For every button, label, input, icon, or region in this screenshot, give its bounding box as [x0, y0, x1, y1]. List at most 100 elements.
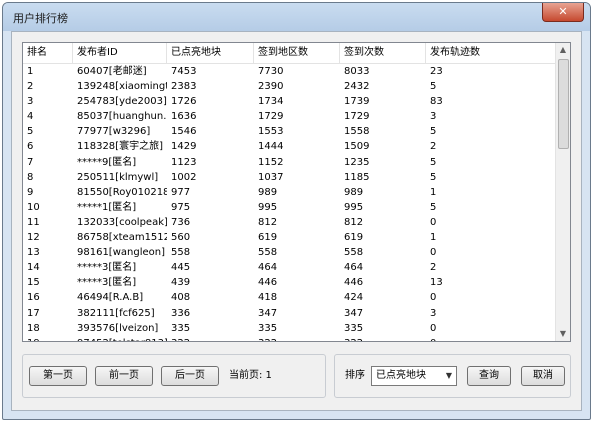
table-row[interactable]: 16 46494[R.A.B] 408 418 424 0	[23, 290, 557, 305]
column-header-rank[interactable]: 排名	[23, 43, 73, 63]
scroll-up-icon[interactable]: ▲	[556, 43, 570, 57]
title-bar[interactable]: 用户排行榜 ✕	[3, 3, 590, 31]
cell-checkin-count: 1739	[344, 96, 370, 108]
cell-rank: 1	[27, 66, 34, 77]
scroll-down-icon[interactable]: ▼	[556, 327, 570, 341]
cell-tracks: 3	[430, 111, 437, 123]
cell-rank: 10	[27, 201, 40, 213]
cell-checkin-regions: 322	[254, 336, 340, 341]
ranking-table: 排名 发布者ID 已点亮地块 签到地区数 签到次数 发布轨迹数 1 60407[老…	[22, 42, 571, 342]
cell-publisher-id: 85037[huanghun...	[77, 111, 167, 123]
sort-group: 排序 已点亮地块 ▼ 查询 取消	[334, 354, 571, 398]
cell-tracks: 13	[430, 277, 443, 289]
table-row[interactable]: 11 132033[coolpeak] 736 812 812 0	[23, 215, 557, 230]
cell-checkin-count: 812	[344, 216, 364, 228]
table-row[interactable]: 13 98161[wangleon] 558 558 558 0	[23, 245, 557, 260]
cell-publisher-id: 382111[fcf625]	[77, 307, 155, 319]
cell-tracks: 0	[430, 247, 437, 259]
window-title: 用户排行榜	[13, 12, 68, 25]
column-header-lit-blocks[interactable]: 已点亮地块	[167, 43, 254, 63]
cell-checkin-count: 2432	[344, 81, 370, 93]
cell-publisher-id: 86758[xteam1512]	[77, 232, 167, 244]
cell-checkin-count: 335	[344, 322, 364, 334]
cell-publisher-id: 118328[寰宇之旅]	[77, 141, 163, 153]
cell-lit-blocks: 7453	[171, 66, 197, 77]
table-row[interactable]: 2 139248[xiaomingt... 2383 2390 2432 5	[23, 79, 557, 94]
cell-checkin-regions: 418	[258, 292, 278, 304]
cell-rank: 9	[27, 186, 34, 198]
cell-tracks: 0	[430, 216, 437, 228]
pager-group: 第一页 前一页 后一页 当前页: 1	[22, 354, 326, 398]
table-row[interactable]: 15 *****3[匿名] 439 446 446 13	[23, 275, 557, 290]
cell-publisher-id: 46494[R.A.B]	[77, 292, 144, 304]
table-row[interactable]: 8 250511[klmywl] 1002 1037 1185 5	[23, 170, 557, 185]
table-row[interactable]: 1 60407[老邮迷] 7453 7730 8033 23	[23, 64, 557, 79]
cell-rank: 5	[27, 126, 34, 138]
cell-checkin-count: 322	[340, 336, 426, 341]
cell-checkin-regions: 347	[258, 307, 278, 319]
cell-checkin-regions: 1037	[258, 171, 284, 183]
prev-page-button[interactable]: 前一页	[95, 366, 153, 386]
cell-rank: 2	[27, 81, 34, 93]
table-row[interactable]: 14 *****3[匿名] 445 464 464 2	[23, 260, 557, 275]
cell-lit-blocks: 2383	[171, 81, 197, 93]
cell-rank: 16	[27, 292, 40, 304]
cell-checkin-regions: 1444	[258, 141, 284, 153]
cell-lit-blocks: 560	[171, 232, 191, 244]
cell-lit-blocks: 335	[171, 322, 191, 334]
cell-rank: 15	[27, 277, 40, 289]
table-row[interactable]: 17 382111[fcf625] 336 347 347 3	[23, 306, 557, 321]
cell-checkin-regions: 1152	[258, 156, 284, 168]
cell-tracks: 5	[430, 126, 437, 138]
cell-checkin-count: 619	[344, 232, 364, 244]
table-row[interactable]: 10 *****1[匿名] 975 995 995 5	[23, 200, 557, 215]
table-body: 1 60407[老邮迷] 7453 7730 8033 23 2 139248[xiaomin…	[23, 64, 557, 341]
cell-checkin-count: 424	[344, 292, 364, 304]
query-button[interactable]: 查询	[467, 366, 511, 386]
column-header-publisher-id[interactable]: 发布者ID	[73, 43, 167, 63]
column-header-tracks[interactable]: 发布轨迹数	[426, 43, 557, 63]
column-header-checkin-count[interactable]: 签到次数	[340, 43, 426, 63]
table-row[interactable]: 7 *****9[匿名] 1123 1152 1235 5	[23, 155, 557, 170]
cell-checkin-regions: 989	[258, 186, 278, 198]
table-row[interactable]: 9 81550[Roy010218] 977 989 989 1	[23, 185, 557, 200]
current-page-label: 当前页: 1	[229, 370, 272, 381]
table-row[interactable]: 1997452[telstar813]3223223220	[23, 336, 557, 341]
sort-label: 排序	[345, 370, 365, 381]
next-page-button[interactable]: 后一页	[161, 366, 219, 386]
cell-checkin-count: 1509	[344, 141, 370, 153]
cell-checkin-count: 464	[344, 262, 364, 274]
cell-rank: 11	[27, 216, 40, 228]
cell-rank: 18	[27, 322, 40, 334]
chevron-down-icon: ▼	[445, 371, 453, 380]
scroll-thumb[interactable]	[558, 59, 569, 149]
table-row[interactable]: 4 85037[huanghun... 1636 1729 1729 3	[23, 109, 557, 124]
cell-lit-blocks: 1002	[171, 171, 197, 183]
cell-checkin-count: 8033	[344, 66, 370, 77]
cell-checkin-regions: 1553	[258, 126, 284, 138]
table-row[interactable]: 5 77977[w3296] 1546 1553 1558 5	[23, 124, 557, 139]
table-row[interactable]: 18 393576[lveizon] 335 335 335 0	[23, 321, 557, 336]
cell-checkin-regions: 335	[258, 322, 278, 334]
column-header-checkin-regions[interactable]: 签到地区数	[254, 43, 340, 63]
cancel-button[interactable]: 取消	[521, 366, 565, 386]
cell-checkin-regions: 7730	[258, 66, 284, 77]
cell-checkin-count: 1185	[344, 171, 370, 183]
sort-select[interactable]: 已点亮地块 ▼	[371, 366, 457, 386]
cell-tracks: 2	[430, 141, 437, 153]
cell-lit-blocks: 977	[171, 186, 191, 198]
cell-publisher-id: 81550[Roy010218]	[77, 186, 167, 198]
table-row[interactable]: 6 118328[寰宇之旅] 1429 1444 1509 2	[23, 139, 557, 154]
cell-rank: 19	[23, 336, 73, 341]
close-button[interactable]: ✕	[542, 3, 584, 22]
cell-checkin-count: 446	[344, 277, 364, 289]
vertical-scrollbar[interactable]: ▲ ▼	[555, 43, 570, 341]
cell-checkin-regions: 619	[258, 232, 278, 244]
cell-publisher-id: 77977[w3296]	[77, 126, 151, 138]
cell-tracks: 3	[430, 307, 437, 319]
table-row[interactable]: 3 254783[yde2003] 1726 1734 1739 83	[23, 94, 557, 109]
cell-tracks: 2	[430, 262, 437, 274]
cell-publisher-id: *****3[匿名]	[77, 277, 137, 289]
first-page-button[interactable]: 第一页	[29, 366, 87, 386]
table-row[interactable]: 12 86758[xteam1512] 560 619 619 1	[23, 230, 557, 245]
